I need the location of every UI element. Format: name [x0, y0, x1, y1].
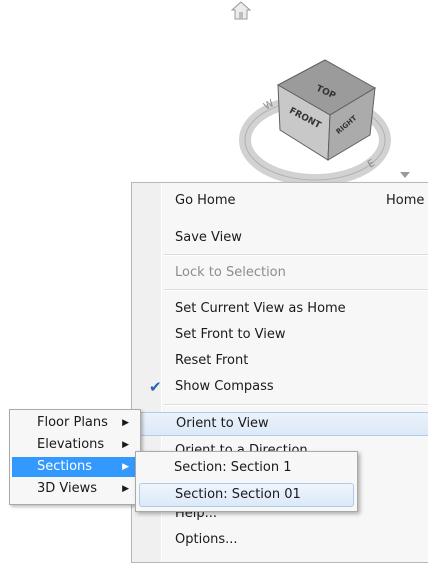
menu-item-label: Set Front to View	[175, 327, 286, 342]
menu-item-label: Show Compass	[175, 379, 274, 394]
submenu-item-sections[interactable]: Sections ▶	[12, 457, 138, 477]
submenu-item-label: 3D Views	[37, 481, 98, 496]
menu-item-label: Lock to Selection	[175, 265, 286, 280]
menu-item-show-compass[interactable]: ✔ Show Compass	[135, 375, 428, 399]
section-item-section-01[interactable]: Section: Section 01	[139, 483, 354, 507]
submenu-arrow-icon: ▶	[122, 418, 129, 428]
submenu-item-label: Sections	[37, 459, 93, 474]
menu-item-label: Reset Front	[175, 353, 249, 368]
submenu-item-label: Floor Plans	[37, 415, 108, 430]
checkmark-icon: ✔	[149, 378, 162, 396]
submenu-arrow-icon: ▶	[122, 440, 129, 450]
viewcube-graphic[interactable]: W E TOP FRONT RIGHT	[230, 0, 428, 200]
menu-item-lock-to-selection: Lock to Selection	[135, 261, 428, 285]
section-item-section-1[interactable]: Section: Section 1	[139, 456, 354, 480]
menu-item-set-front-to-view[interactable]: Set Front to View	[135, 323, 428, 347]
section-item-label: Section: Section 01	[175, 487, 301, 502]
menu-item-reset-front[interactable]: Reset Front	[135, 349, 428, 373]
menu-item-label: Orient to View	[176, 416, 269, 431]
submenu-arrow-icon: ▶	[122, 462, 129, 472]
menu-separator	[164, 254, 428, 256]
menu-separator	[164, 289, 428, 291]
menu-item-go-home[interactable]: Go Home Home	[135, 189, 428, 213]
submenu-item-floor-plans[interactable]: Floor Plans ▶	[12, 413, 138, 433]
menu-item-label: Go Home	[175, 193, 236, 208]
compass-dropdown-icon[interactable]	[400, 172, 410, 178]
submenu-item-elevations[interactable]: Elevations ▶	[12, 435, 138, 455]
menu-item-label: Save View	[175, 230, 242, 245]
menu-item-options[interactable]: Options...	[135, 528, 428, 552]
sections-submenu: Section: Section 1 Section: Section 01	[135, 451, 358, 512]
menu-item-orient-to-view[interactable]: Orient to View	[135, 412, 428, 436]
menu-item-label: Set Current View as Home	[175, 301, 346, 316]
shortcut-label: Home	[386, 193, 425, 208]
menu-item-save-view[interactable]: Save View	[135, 226, 428, 250]
submenu-arrow-icon: ▶	[122, 484, 129, 494]
section-item-label: Section: Section 1	[174, 460, 292, 475]
home-icon[interactable]	[230, 0, 252, 22]
menu-separator	[164, 404, 428, 406]
submenu-item-3d-views[interactable]: 3D Views ▶	[12, 479, 138, 499]
view-type-submenu: Floor Plans ▶ Elevations ▶ Sections ▶ 3D…	[9, 409, 141, 505]
menu-item-set-current-view-as-home[interactable]: Set Current View as Home	[135, 297, 428, 321]
submenu-item-label: Elevations	[37, 437, 105, 452]
viewcube-widget[interactable]: W E TOP FRONT RIGHT	[230, 0, 428, 200]
menu-item-label: Options...	[175, 532, 238, 547]
